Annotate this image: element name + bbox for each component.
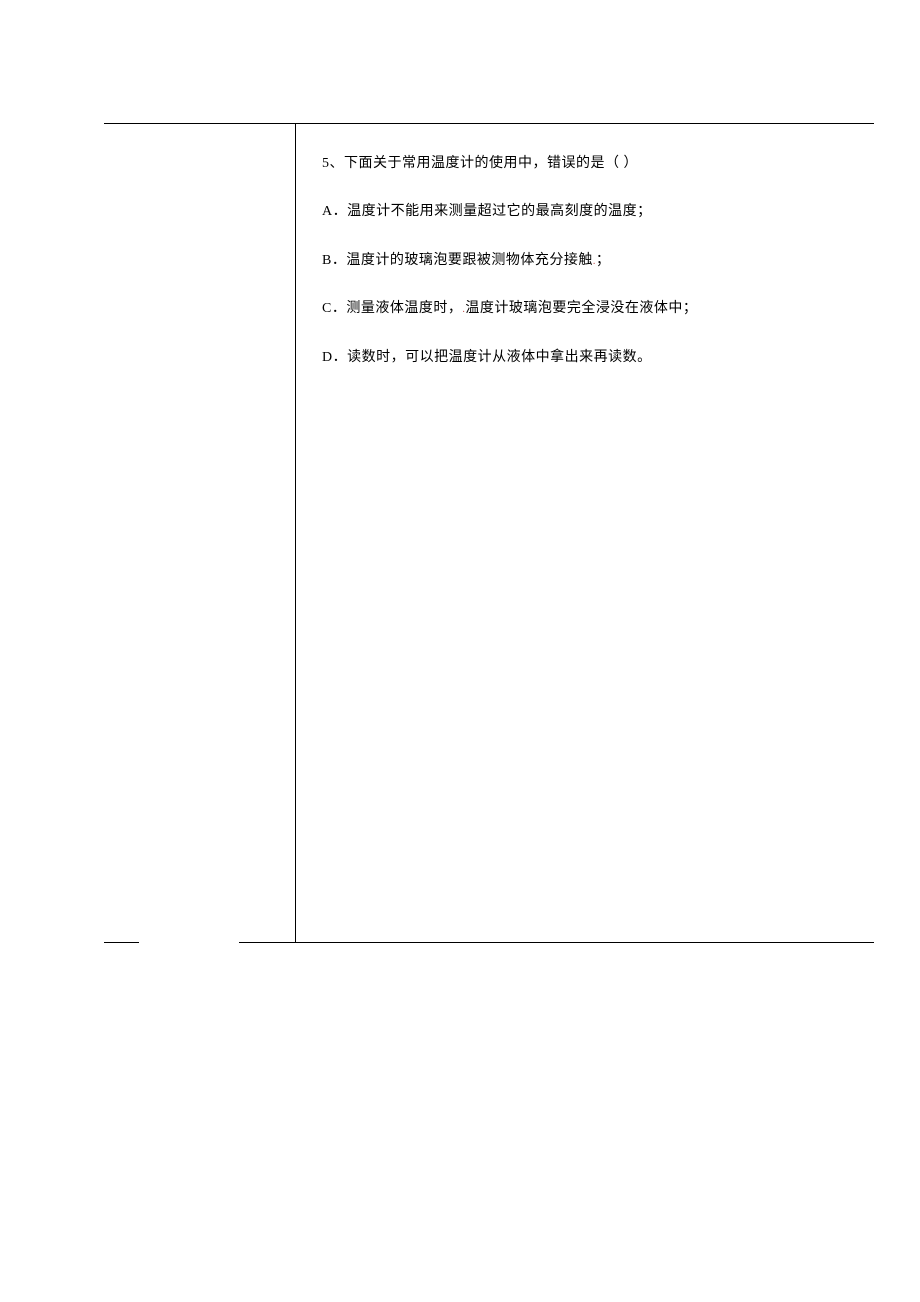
option-d: D．读数时，可以把温度计从液体中拿出来再读数。 — [322, 347, 862, 369]
bottom-border-right — [239, 942, 874, 943]
option-b-prefix: B．温度计的玻璃泡要跟被测物体充分接触 — [322, 253, 593, 268]
question-number: 5、 — [322, 156, 344, 171]
document-frame: 5、下面关于常用温度计的使用中，错误的是（ ） A．温度计不能用来测量超过它的最… — [104, 123, 874, 943]
option-c-prefix: C．测量液体温度时， — [322, 301, 462, 316]
vertical-divider — [295, 123, 296, 943]
question-stem: 5、下面关于常用温度计的使用中，错误的是（ ） — [322, 153, 862, 175]
option-b: B．温度计的玻璃泡要跟被测物体充分接触.； — [322, 250, 862, 272]
top-border — [104, 123, 874, 124]
bottom-border-left — [104, 942, 139, 943]
option-c: C．测量液体温度时，.温度计玻璃泡要完全浸没在液体中； — [322, 298, 862, 320]
option-b-suffix: ； — [596, 253, 611, 268]
question-text: 下面关于常用温度计的使用中，错误的是（ ） — [344, 156, 638, 171]
option-a: A．温度计不能用来测量超过它的最高刻度的温度； — [322, 201, 862, 223]
option-c-suffix: 温度计玻璃泡要完全浸没在液体中； — [465, 301, 697, 316]
question-content: 5、下面关于常用温度计的使用中，错误的是（ ） A．温度计不能用来测量超过它的最… — [322, 153, 862, 395]
